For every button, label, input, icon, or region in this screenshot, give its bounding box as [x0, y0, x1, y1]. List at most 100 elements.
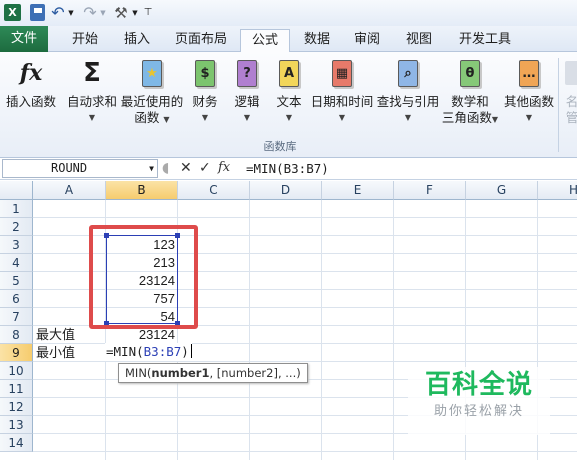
- redo-dropdown-icon[interactable]: ▼: [99, 4, 107, 21]
- date-time-button[interactable]: ▦ 日期和时间 ▼: [310, 56, 374, 126]
- row-header-5[interactable]: 5: [0, 272, 33, 290]
- cell-b9-editor[interactable]: =MIN(B3:B7): [105, 343, 192, 361]
- tab-developer[interactable]: 开发工具: [452, 29, 518, 52]
- autosum-button[interactable]: Σ 自动求和 ▼: [64, 56, 120, 126]
- date-time-label: 日期和时间: [310, 94, 374, 109]
- row-header-7[interactable]: 7: [0, 308, 33, 326]
- insert-function-fx-icon[interactable]: fx: [218, 160, 230, 176]
- row-header-3[interactable]: 3: [0, 236, 33, 254]
- undo-icon[interactable]: ↶: [50, 3, 66, 22]
- row-header-12[interactable]: 12: [0, 398, 33, 416]
- autosum-label: 自动求和: [66, 94, 117, 109]
- math-trig-label2: 三角函数▼: [441, 110, 499, 125]
- gridline: [249, 200, 250, 460]
- function-library-group-label: 函数库: [263, 140, 297, 153]
- name-manager-icon: [562, 56, 577, 90]
- tab-page-layout[interactable]: 页面布局: [168, 29, 234, 52]
- column-header-e[interactable]: E: [322, 181, 394, 200]
- column-header-f[interactable]: F: [394, 181, 466, 200]
- logical-button[interactable]: ? 逻辑 ▼: [230, 56, 264, 126]
- recently-used-label2: 函数 ▼: [134, 110, 170, 125]
- recently-used-label: 最近使用的: [120, 94, 184, 109]
- gridline: [321, 200, 322, 460]
- text-caret: ▼: [285, 113, 293, 122]
- lookup-reference-label: 查找与引用: [376, 94, 440, 109]
- cancel-icon[interactable]: ✕: [180, 160, 192, 176]
- select-all-corner[interactable]: [0, 181, 33, 200]
- math-trig-button[interactable]: θ 数学和 三角函数▼: [440, 56, 500, 128]
- tools-icon[interactable]: ⚒: [112, 4, 130, 22]
- column-header-h[interactable]: H: [538, 181, 577, 200]
- tab-home[interactable]: 开始: [62, 29, 108, 52]
- watermark-subtitle: 助你轻松解决: [433, 404, 524, 419]
- name-box-value: ROUND: [51, 161, 88, 175]
- name-manager-button[interactable]: 名 管: [562, 56, 577, 126]
- lookup-book-icon: ⌕: [393, 56, 423, 90]
- row-header-9[interactable]: 9: [0, 344, 33, 362]
- row-header-2[interactable]: 2: [0, 218, 33, 236]
- insert-function-button[interactable]: fx 插入函数: [4, 56, 58, 110]
- editor-suffix: ): [181, 344, 189, 359]
- fx-icon: fx: [19, 60, 43, 86]
- column-header-c[interactable]: C: [178, 181, 250, 200]
- tooltip-current-arg: number1: [151, 366, 210, 380]
- formula-input[interactable]: =MIN(B3:B7): [246, 160, 329, 177]
- function-argument-tooltip[interactable]: MIN(number1, [number2], ...): [118, 363, 308, 383]
- column-header-g[interactable]: G: [466, 181, 538, 200]
- more-functions-caret: ▼: [525, 113, 533, 122]
- text-label: 文本: [276, 94, 302, 109]
- enter-icon[interactable]: ✓: [199, 160, 211, 176]
- tab-file[interactable]: 文件: [0, 26, 48, 52]
- star-book-icon: ★: [137, 56, 167, 90]
- more-functions-button[interactable]: … 其他函数 ▼: [502, 56, 556, 126]
- row-header-4[interactable]: 4: [0, 254, 33, 272]
- column-header-a[interactable]: A: [33, 181, 106, 200]
- date-time-caret: ▼: [338, 113, 346, 122]
- tooltip-function-name: MIN(: [125, 366, 152, 380]
- tab-insert[interactable]: 插入: [114, 29, 160, 52]
- name-box[interactable]: ROUND ▼: [2, 159, 158, 178]
- sigma-icon: Σ: [83, 58, 101, 88]
- gridline: [33, 217, 577, 218]
- finance-book-icon: $: [190, 56, 220, 90]
- gridline: [33, 361, 577, 362]
- gridline: [393, 200, 394, 460]
- tab-view[interactable]: 视图: [398, 29, 440, 52]
- row-header-14[interactable]: 14: [0, 434, 33, 452]
- tab-data[interactable]: 数据: [296, 29, 338, 52]
- logical-caret: ▼: [243, 113, 251, 122]
- row-header-1[interactable]: 1: [0, 200, 33, 218]
- financial-label: 财务: [192, 94, 218, 109]
- undo-dropdown-icon[interactable]: ▼: [67, 4, 75, 21]
- gridline: [33, 451, 577, 452]
- tools-dropdown-icon[interactable]: ▼: [131, 4, 139, 21]
- financial-caret: ▼: [201, 113, 209, 122]
- more-book-icon: …: [514, 56, 544, 90]
- row-header-11[interactable]: 11: [0, 380, 33, 398]
- financial-button[interactable]: $ 财务 ▼: [188, 56, 222, 126]
- cell-a9[interactable]: 最小值: [36, 344, 105, 362]
- recently-used-button[interactable]: ★ 最近使用的 函数 ▼: [119, 56, 185, 128]
- name-manager-label: 名: [565, 94, 577, 109]
- column-header-d[interactable]: D: [250, 181, 322, 200]
- editor-range-ref: B3:B7: [143, 344, 182, 359]
- row-header-8[interactable]: 8: [0, 326, 33, 344]
- text-button[interactable]: A 文本 ▼: [272, 56, 306, 126]
- calendar-book-icon: ▦: [327, 56, 357, 90]
- chevron-down-icon[interactable]: ▼: [149, 160, 154, 177]
- ribbon-function-library: fx 插入函数 Σ 自动求和 ▼ ★ 最近使用的 函数 ▼ $ 财务 ▼ ? 逻…: [0, 52, 577, 158]
- column-header-b[interactable]: B: [106, 181, 178, 200]
- autosum-caret: ▼: [88, 113, 96, 122]
- math-book-icon: θ: [455, 56, 485, 90]
- save-icon[interactable]: [30, 4, 45, 21]
- row-header-13[interactable]: 13: [0, 416, 33, 434]
- formula-bar-resize-icon[interactable]: ◖: [162, 160, 169, 176]
- row-header-10[interactable]: 10: [0, 362, 33, 380]
- lookup-reference-button[interactable]: ⌕ 查找与引用 ▼: [376, 56, 440, 126]
- customize-qat-icon[interactable]: ⊤: [143, 4, 153, 21]
- row-header-6[interactable]: 6: [0, 290, 33, 308]
- more-functions-label: 其他函数: [503, 94, 554, 109]
- tab-formulas[interactable]: 公式: [240, 29, 290, 53]
- tab-review[interactable]: 审阅: [346, 29, 388, 52]
- redo-icon[interactable]: ↷: [82, 3, 98, 22]
